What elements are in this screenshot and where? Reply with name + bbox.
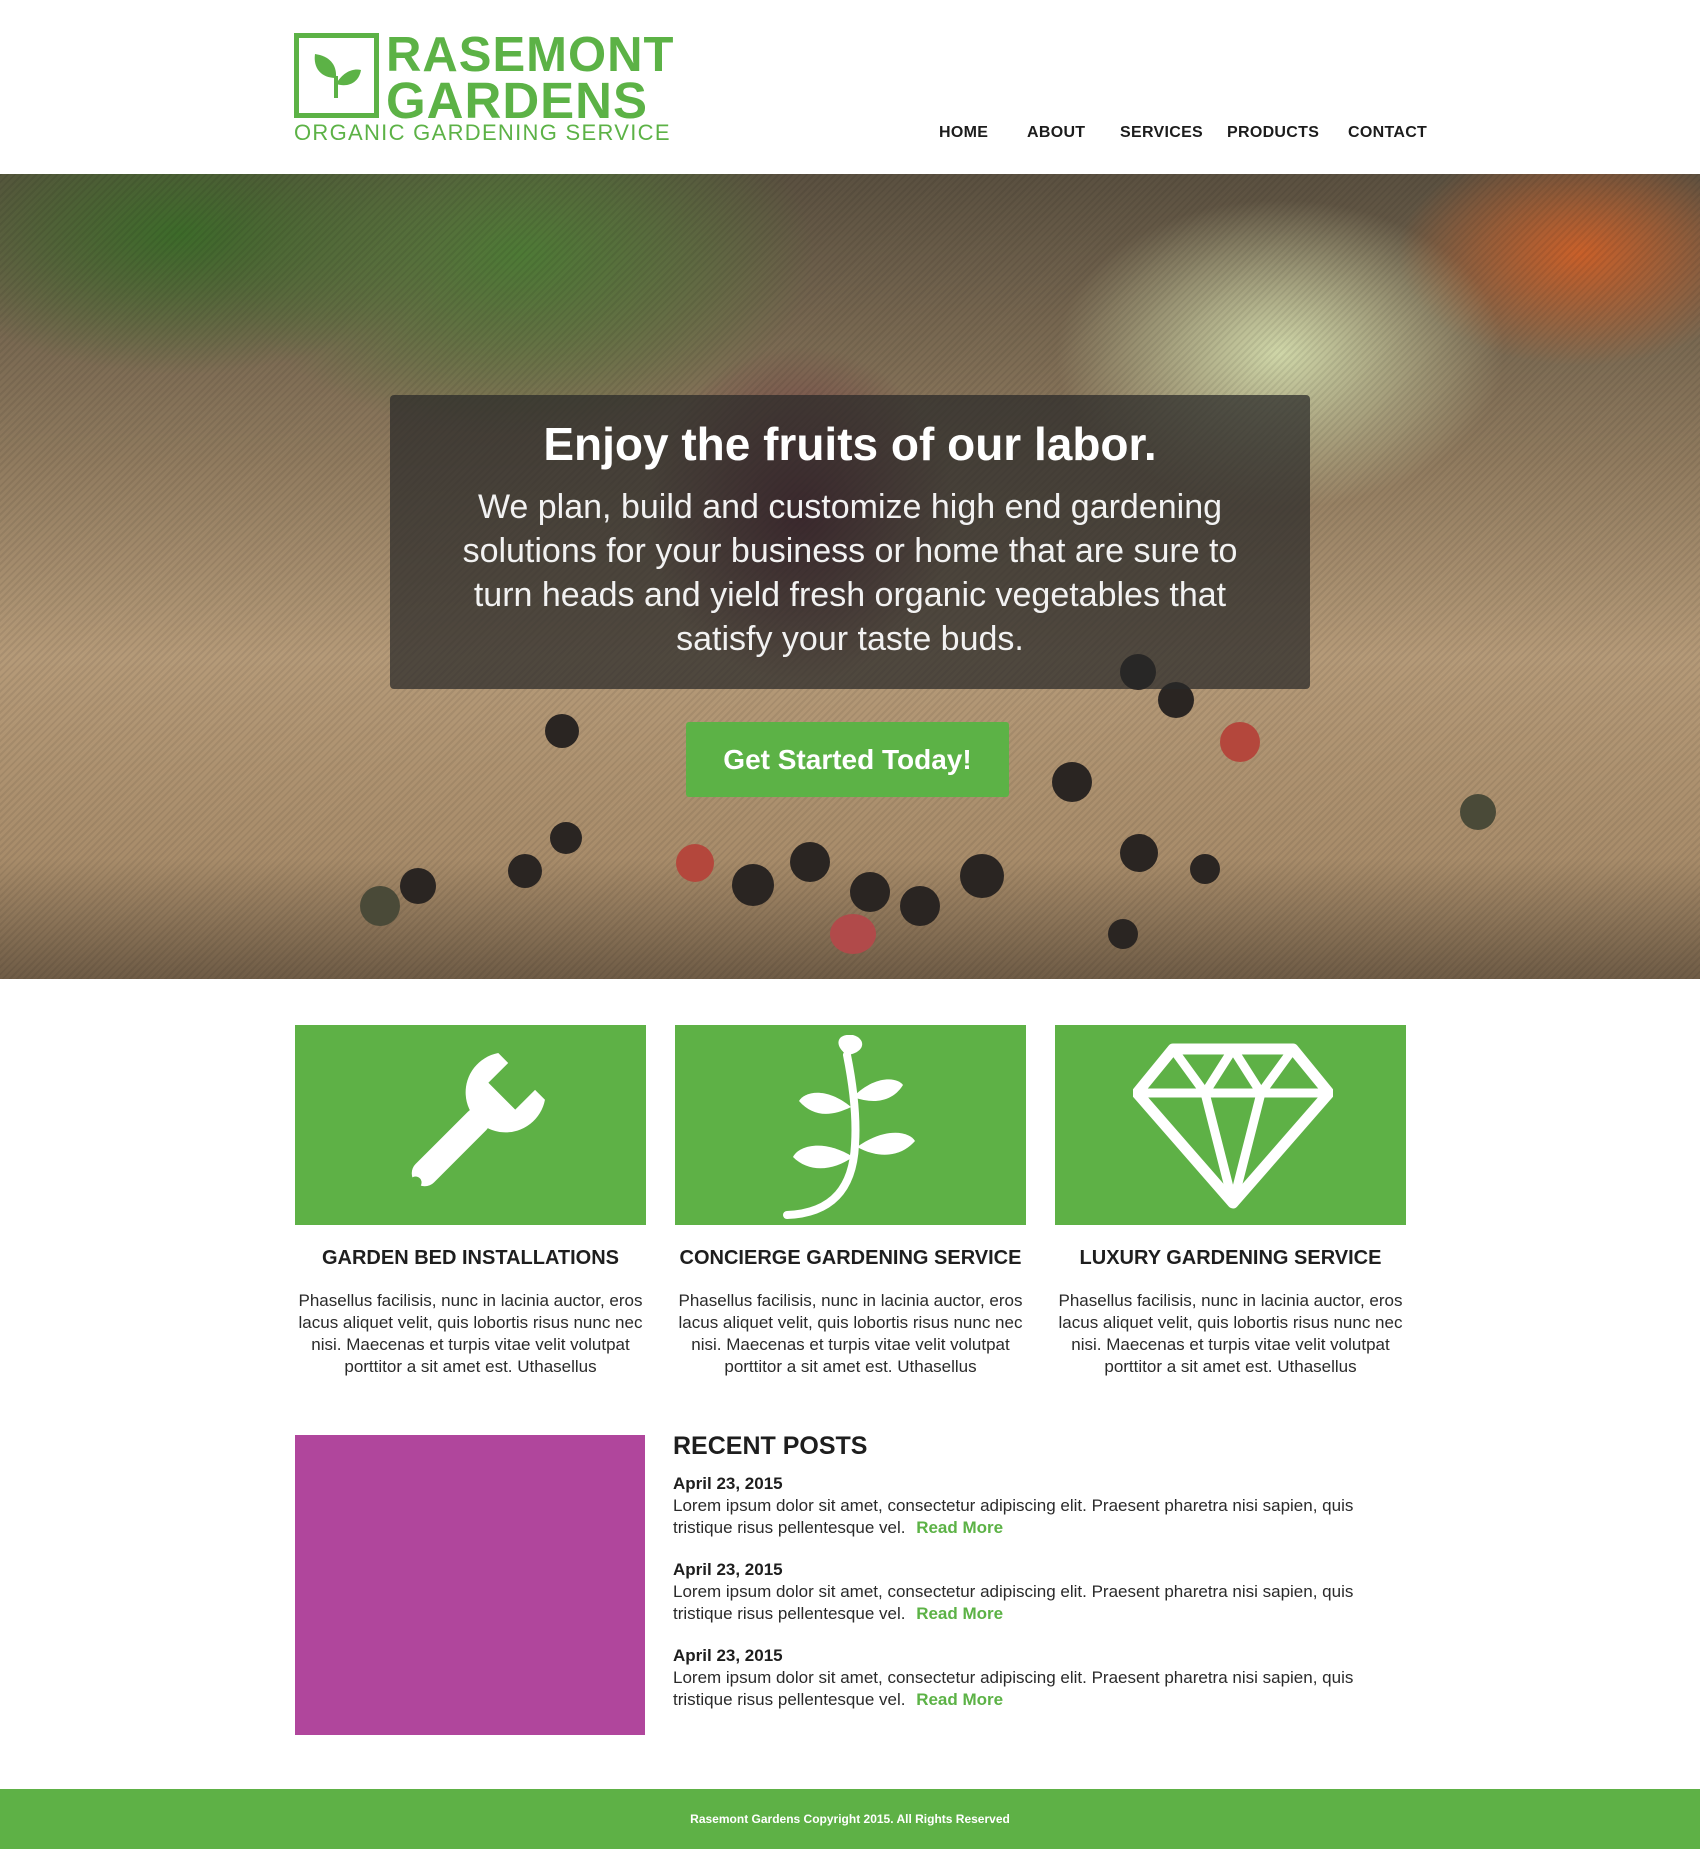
nav-home[interactable]: HOME	[939, 124, 988, 142]
post-date: April 23, 2015	[673, 1560, 783, 1579]
hero-bg-detail	[960, 854, 1004, 898]
hero-banner: Enjoy the fruits of our labor. We plan, …	[0, 174, 1700, 979]
wrench-icon	[409, 1053, 545, 1189]
hero-bg-detail	[900, 886, 940, 926]
hero-bg-detail	[1460, 794, 1496, 830]
hero-bg-detail	[545, 714, 579, 748]
service-title: GARDEN BED INSTALLATIONS	[321, 1247, 620, 1269]
hero-bg-detail	[850, 872, 890, 912]
service-description: Phasellus facilisis, nunc in lacinia auc…	[1058, 1291, 1403, 1376]
hero-bg-detail	[790, 842, 830, 882]
service-tile[interactable]	[295, 1025, 646, 1225]
hero-bg-detail	[1052, 762, 1092, 802]
hero-subtitle: We plan, build and customize high end ga…	[462, 488, 1238, 658]
diamond-icon	[1133, 1043, 1333, 1209]
post-item: April 23, 2015 Lorem ipsum dolor sit ame…	[673, 1559, 1413, 1625]
hero-bg-detail	[732, 864, 774, 906]
post-excerpt: Lorem ipsum dolor sit amet, consectetur …	[673, 1495, 1413, 1539]
post-date: April 23, 2015	[673, 1474, 783, 1493]
hero-bg-detail	[1108, 919, 1138, 949]
hero-bg-detail	[360, 886, 400, 926]
post-excerpt: Lorem ipsum dolor sit amet, consectetur …	[673, 1581, 1413, 1625]
hero-bg-detail	[400, 868, 436, 904]
read-more-link[interactable]: Read More	[916, 1604, 1003, 1623]
service-title: LUXURY GARDENING SERVICE	[1079, 1247, 1382, 1269]
service-description: Phasellus facilisis, nunc in lacinia auc…	[678, 1291, 1023, 1376]
hero-text-panel: Enjoy the fruits of our labor. We plan, …	[390, 395, 1310, 689]
copyright-text: Rasemont Gardens Copyright 2015. All Rig…	[690, 1812, 1010, 1826]
hero-bg-detail	[1190, 854, 1220, 884]
service-tile[interactable]	[1055, 1025, 1406, 1225]
post-item: April 23, 2015 Lorem ipsum dolor sit ame…	[673, 1645, 1413, 1711]
service-card-luxury: LUXURY GARDENING SERVICE Phasellus facil…	[1055, 1025, 1406, 1376]
hero-bg-detail	[1220, 722, 1260, 762]
nav-about[interactable]: ABOUT	[1027, 124, 1085, 142]
hero-bg-detail	[550, 822, 582, 854]
hero-bg-detail	[676, 844, 714, 882]
site-header: RASEMONT GARDENS ORGANIC GARDENING SERVI…	[0, 0, 1700, 174]
hero-bg-detail	[508, 854, 542, 888]
service-card-concierge: CONCIERGE GARDENING SERVICE Phasellus fa…	[675, 1025, 1026, 1376]
nav-services[interactable]: SERVICES	[1120, 124, 1203, 142]
leaf-branch-icon	[783, 1035, 915, 1219]
logo-tagline: ORGANIC GARDENING SERVICE	[294, 120, 671, 145]
logo[interactable]: RASEMONT GARDENS ORGANIC GARDENING SERVI…	[294, 28, 673, 145]
read-more-link[interactable]: Read More	[916, 1518, 1003, 1537]
post-excerpt-text: Lorem ipsum dolor sit amet, consectetur …	[673, 1496, 1354, 1537]
recent-posts-heading: RECENT POSTS	[673, 1432, 868, 1460]
recent-posts: RECENT POSTS April 23, 2015 Lorem ipsum …	[673, 1432, 1413, 1731]
hero-title: Enjoy the fruits of our labor.	[543, 418, 1157, 470]
hero-bg-detail	[830, 914, 876, 954]
post-excerpt: Lorem ipsum dolor sit amet, consectetur …	[673, 1667, 1413, 1711]
post-excerpt-text: Lorem ipsum dolor sit amet, consectetur …	[673, 1668, 1354, 1709]
service-card-garden-bed: GARDEN BED INSTALLATIONS Phasellus facil…	[295, 1025, 646, 1376]
get-started-button[interactable]: Get Started Today!	[686, 722, 1009, 797]
service-title: CONCIERGE GARDENING SERVICE	[679, 1247, 1022, 1269]
post-excerpt-text: Lorem ipsum dolor sit amet, consectetur …	[673, 1582, 1354, 1623]
nav-products[interactable]: PRODUCTS	[1227, 124, 1319, 142]
site-footer: Rasemont Gardens Copyright 2015. All Rig…	[0, 1789, 1700, 1849]
hero-bg-detail	[1120, 834, 1158, 872]
sprout-icon	[294, 33, 379, 118]
nav-contact[interactable]: CONTACT	[1348, 124, 1427, 142]
post-item: April 23, 2015 Lorem ipsum dolor sit ame…	[673, 1473, 1413, 1539]
post-date: April 23, 2015	[673, 1646, 783, 1665]
read-more-link[interactable]: Read More	[916, 1690, 1003, 1709]
service-tile[interactable]	[675, 1025, 1026, 1225]
service-description: Phasellus facilisis, nunc in lacinia auc…	[298, 1291, 643, 1376]
post-image-placeholder	[295, 1435, 645, 1735]
